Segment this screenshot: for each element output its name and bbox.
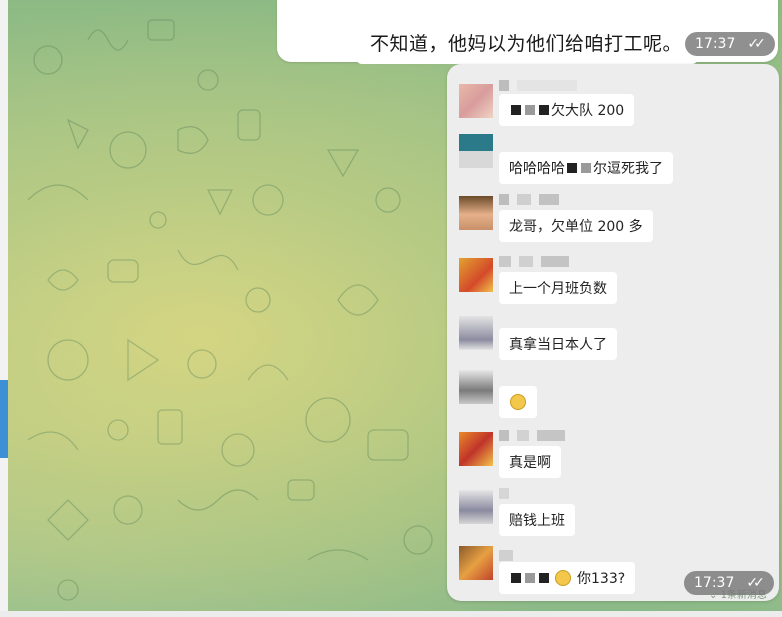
sunglasses-emoji-icon <box>555 570 571 586</box>
message-text: 欠大队 200 <box>551 103 625 119</box>
image-timestamp: 17:37 ✓✓ <box>684 571 774 595</box>
redaction-mark <box>525 573 535 583</box>
redaction-mark <box>525 105 535 115</box>
avatar <box>459 546 493 580</box>
avatar <box>459 432 493 466</box>
message-text: 上一个月班负数 <box>509 281 607 297</box>
nickname-redacted <box>499 430 573 442</box>
selection-accent-bar <box>0 380 8 458</box>
message-bubble: 欠大队 200 <box>499 94 635 126</box>
nickname-redacted <box>499 550 521 562</box>
time-label: 17:37 <box>695 36 736 52</box>
avatar <box>459 84 493 118</box>
avatar <box>459 196 493 230</box>
nickname-redacted <box>499 80 585 92</box>
nickname-redacted <box>499 488 517 500</box>
redaction-mark <box>539 573 549 583</box>
message-bubble: 赔钱上班 <box>499 504 575 536</box>
message-bubble: 真拿当日本人了 <box>499 328 617 360</box>
redaction-mark <box>567 163 577 173</box>
message-bubble <box>499 386 537 418</box>
avatar <box>459 316 493 350</box>
avatar <box>459 258 493 292</box>
message-text: 尔逗死我了 <box>593 161 663 177</box>
avatar <box>459 370 493 404</box>
avatar <box>459 490 493 524</box>
message-bubble: 哈哈哈哈 尔逗死我了 <box>499 152 673 184</box>
time-label: 17:37 <box>694 575 735 591</box>
forwarded-screenshot-image[interactable]: 欠大队 200 哈哈哈哈 尔逗死我了 龙哥，欠单位 200 多 上一个月班负数 … <box>447 64 779 601</box>
message-bubble: 真是啊 <box>499 446 561 478</box>
read-checkmarks-icon: ✓✓ <box>746 575 765 591</box>
message-text: 你133? <box>577 571 626 587</box>
message-bubble: 龙哥，欠单位 200 多 <box>499 210 653 242</box>
message-text: 真拿当日本人了 <box>509 337 607 353</box>
message-text: 赔钱上班 <box>509 513 565 529</box>
avatar <box>459 134 493 168</box>
redaction-mark <box>511 105 521 115</box>
redaction-mark <box>511 573 521 583</box>
message-bubble: 上一个月班负数 <box>499 272 617 304</box>
redaction-mark <box>581 163 591 173</box>
outgoing-message-text: 不知道，他妈以为他们给咱打工呢。 <box>370 33 683 55</box>
nickname-redacted <box>499 256 577 268</box>
message-text: 真是啊 <box>509 455 551 471</box>
nickname-redacted <box>499 194 567 206</box>
grimace-emoji-icon <box>510 394 526 410</box>
message-bubble: 你133? <box>499 562 636 594</box>
redaction-mark <box>539 105 549 115</box>
message-text: 哈哈哈哈 <box>509 161 565 177</box>
outgoing-timestamp: 17:37 ✓✓ <box>685 32 775 56</box>
message-text: 龙哥，欠单位 200 多 <box>509 219 643 235</box>
bottom-divider <box>0 611 782 617</box>
read-checkmarks-icon: ✓✓ <box>747 36 766 52</box>
